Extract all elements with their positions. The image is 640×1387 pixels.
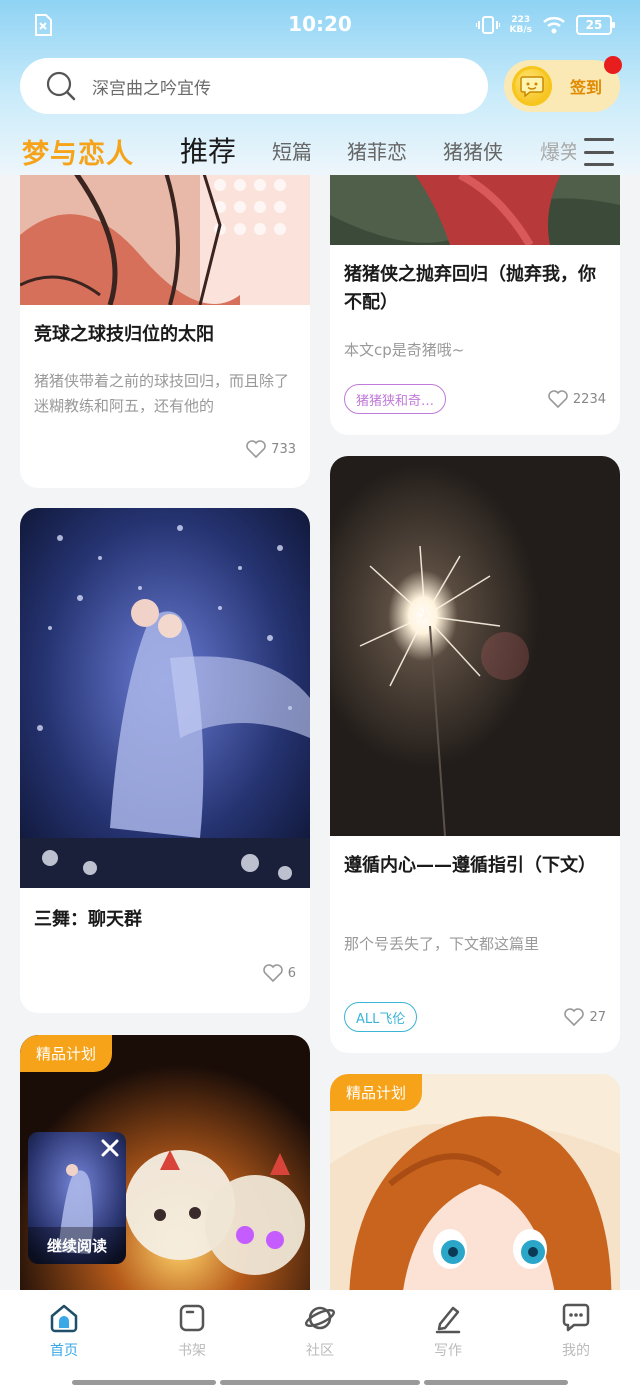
like-counter[interactable]: 2234 (548, 390, 606, 408)
story-tag[interactable]: 猪猪狭和奇… (344, 384, 447, 414)
tab-funny[interactable]: 爆笑 (540, 136, 576, 165)
tab-zhufeilian[interactable]: 猪菲恋 (347, 136, 407, 165)
heart-icon (262, 964, 283, 982)
heart-icon (246, 440, 266, 458)
tab-recommend[interactable]: 推荐 (180, 130, 236, 170)
planet-icon (304, 1306, 336, 1330)
chat-bubble-icon (562, 1303, 590, 1332)
premium-badge: 精品计划 (330, 1074, 423, 1111)
continue-reading-widget[interactable]: 继续阅读 (28, 1132, 126, 1264)
like-counter[interactable]: 6 (262, 964, 296, 982)
story-card[interactable]: 三舞：聊天群 6 (20, 508, 310, 1013)
like-count: 6 (287, 965, 296, 981)
nav-label: 我的 (562, 1343, 590, 1359)
nav-label: 首页 (50, 1343, 78, 1359)
card-title: 三舞：聊天群 (34, 909, 142, 930)
cover-image (330, 456, 620, 836)
cover-image (20, 508, 310, 888)
checkin-button[interactable]: 签到 (504, 60, 620, 112)
heart-icon (564, 1008, 585, 1026)
card-title: 猪猪侠之抛弃回归（抛弃我，你不配） (344, 264, 596, 313)
like-count: 2234 (572, 391, 606, 407)
gesture-bar-middle (220, 1380, 420, 1385)
search-placeholder: 深宫曲之吟宜传 (92, 78, 211, 99)
story-tag[interactable]: ALL飞伦 (344, 1002, 418, 1032)
nav-community[interactable]: 社区 (280, 1302, 360, 1360)
network-speed: 223 KB/s (509, 15, 532, 35)
tab-zhuzhuxia[interactable]: 猪猪侠 (443, 136, 503, 165)
heart-icon (548, 390, 568, 408)
gesture-bar-left (72, 1380, 216, 1385)
vibrate-icon (475, 16, 500, 34)
coin-icon (512, 66, 552, 106)
battery-indicator: 25 (576, 15, 615, 35)
tab-short[interactable]: 短篇 (272, 136, 312, 165)
story-card[interactable]: 竞球之球技归位的太阳 猪猪侠带着之前的球技回归，而且除了迷糊教练和阿五，还有他的… (20, 175, 310, 488)
category-tabs: 梦与恋人 推荐 短篇 猪菲恋 猪猪侠 爆笑 (0, 128, 640, 174)
card-title: 竞球之球技归位的太阳 (34, 324, 214, 345)
wifi-icon (543, 17, 565, 34)
story-card[interactable]: 遵循内心——遵循指引（下文） 那个号丢失了，下文都这篇里 ALL飞伦 27 (330, 456, 620, 1053)
search-icon (46, 71, 76, 101)
gesture-bar-right (424, 1380, 568, 1385)
pen-icon (435, 1306, 461, 1334)
bookshelf-icon (179, 1304, 205, 1332)
nav-label: 社区 (306, 1343, 334, 1359)
like-counter[interactable]: 27 (564, 1008, 606, 1026)
story-card[interactable]: 猪猪侠之抛弃回归（抛弃我，你不配） 本文cp是奇猪哦~ 猪猪狭和奇… 2234 (330, 175, 620, 435)
cover-image (20, 175, 310, 305)
close-icon[interactable] (100, 1138, 120, 1158)
nav-label: 书架 (178, 1343, 206, 1359)
nav-write[interactable]: 写作 (408, 1302, 488, 1360)
like-counter[interactable]: 733 (246, 440, 296, 458)
card-description: 那个号丢失了，下文都这篇里 (344, 935, 540, 953)
cover-image (330, 175, 620, 245)
feed: 竞球之球技归位的太阳 猪猪侠带着之前的球技回归，而且除了迷糊教练和阿五，还有他的… (0, 175, 640, 1290)
bottom-navigation: 首页 书架 社区 写作 我的 (0, 1290, 640, 1387)
card-description: 猪猪侠带着之前的球技回归，而且除了迷糊教练和阿五，还有他的 (34, 372, 290, 415)
nav-bookshelf[interactable]: 书架 (152, 1302, 232, 1360)
checkin-label: 签到 (570, 78, 603, 97)
status-bar: 10:20 223 KB/s 25 (0, 0, 640, 50)
menu-icon[interactable] (584, 138, 614, 166)
premium-badge: 精品计划 (20, 1035, 113, 1072)
continue-reading-label: 继续阅读 (46, 1237, 107, 1255)
home-icon (50, 1304, 78, 1333)
notification-dot (604, 56, 622, 74)
nav-label: 写作 (434, 1343, 462, 1359)
card-title: 遵循内心——遵循指引（下文） (344, 855, 596, 876)
brand-tab-logo[interactable]: 梦与恋人 (22, 132, 134, 171)
search-bar[interactable]: 深宫曲之吟宜传 (20, 58, 488, 114)
story-card[interactable]: 精品计划 (330, 1074, 620, 1290)
card-description: 本文cp是奇猪哦~ (344, 341, 465, 359)
like-count: 733 (271, 441, 296, 457)
nav-profile[interactable]: 我的 (536, 1302, 616, 1360)
like-count: 27 (589, 1009, 606, 1025)
nav-home[interactable]: 首页 (24, 1302, 104, 1360)
